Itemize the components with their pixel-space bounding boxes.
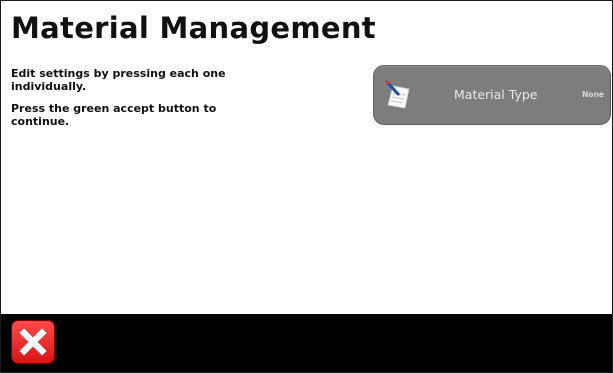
material-type-button[interactable]: Material Type None xyxy=(373,65,611,125)
instructions: Edit settings by pressing each one indiv… xyxy=(11,67,271,138)
instruction-accept: Press the green accept button to continu… xyxy=(11,102,217,128)
screen-frame: Material Management Edit settings by pre… xyxy=(0,0,613,373)
notepad-pen-icon xyxy=(385,80,413,110)
page-title: Material Management xyxy=(11,11,376,45)
material-type-value: None xyxy=(582,90,604,99)
material-type-label: Material Type xyxy=(454,87,538,102)
close-icon xyxy=(19,328,47,356)
instruction-edit: Edit settings by pressing each one indiv… xyxy=(11,67,226,93)
cancel-button[interactable] xyxy=(12,321,54,363)
bottom-bar xyxy=(1,314,612,372)
